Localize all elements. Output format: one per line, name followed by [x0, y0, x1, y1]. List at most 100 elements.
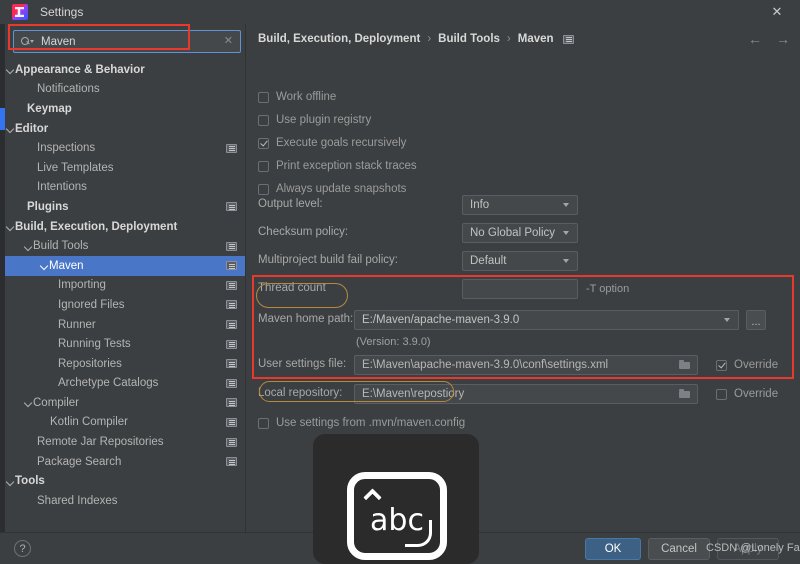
- sidebar-item-kotlin-compiler[interactable]: Kotlin Compiler: [5, 413, 245, 433]
- close-icon[interactable]: ✕: [754, 0, 800, 24]
- checkbox-box: [716, 389, 727, 400]
- clear-search-icon[interactable]: ✕: [224, 36, 233, 47]
- chevron-down-icon: [724, 318, 730, 322]
- sidebar-item-label: Plugins: [27, 201, 69, 213]
- chevron-down-icon[interactable]: [6, 222, 15, 231]
- checkbox-box: [258, 418, 269, 429]
- sidebar-item-shared-indexes[interactable]: Shared Indexes: [5, 491, 245, 511]
- project-scope-badge-icon: [226, 281, 237, 290]
- local-repository-label: Local repository:: [258, 387, 342, 399]
- back-arrow-icon[interactable]: ←: [748, 31, 762, 47]
- checkbox-box: [258, 138, 269, 149]
- sidebar-item-label: Inspections: [37, 142, 95, 154]
- breadcrumb-part-3[interactable]: Maven: [518, 33, 554, 45]
- field-output-level: Output level: Info: [246, 195, 800, 215]
- sidebar-item-tools[interactable]: Tools: [5, 471, 245, 491]
- breadcrumb-part-1[interactable]: Build, Execution, Deployment: [258, 33, 420, 45]
- breadcrumb-part-2[interactable]: Build Tools: [438, 33, 500, 45]
- chevron-down-icon[interactable]: [6, 477, 15, 486]
- multiproject-policy-dropdown[interactable]: Default: [462, 251, 578, 271]
- sidebar-item-label: Appearance & Behavior: [15, 64, 145, 76]
- output-level-dropdown[interactable]: Info: [462, 195, 578, 215]
- checksum-policy-value: No Global Policy: [470, 227, 563, 239]
- checkbox-label: Use plugin registry: [276, 114, 371, 126]
- sidebar-item-runner[interactable]: Runner: [5, 315, 245, 335]
- breadcrumb-separator-1: ›: [427, 33, 431, 45]
- search-input[interactable]: Maven ✕: [13, 30, 241, 53]
- checkbox-print-exception-stack-traces[interactable]: Print exception stack traces: [258, 157, 417, 175]
- maven-home-path-value: E:/Maven/apache-maven-3.9.0: [362, 314, 724, 326]
- chevron-down-icon[interactable]: [6, 65, 15, 74]
- sidebar-item-maven[interactable]: Maven: [5, 256, 245, 276]
- sidebar-item-ignored-files[interactable]: Ignored Files: [5, 295, 245, 315]
- project-scope-badge-icon: [226, 144, 237, 153]
- sidebar-item-inspections[interactable]: Inspections: [5, 138, 245, 158]
- sidebar-item-build-tools[interactable]: Build Tools: [5, 236, 245, 256]
- sidebar-item-live-templates[interactable]: Live Templates: [5, 158, 245, 178]
- checkbox-user-settings-override[interactable]: Override: [716, 356, 778, 374]
- project-scope-badge-icon: [226, 320, 237, 329]
- field-maven-home-path: Maven home path: E:/Maven/apache-maven-3…: [246, 310, 800, 330]
- field-checksum-policy: Checksum policy: No Global Policy: [246, 223, 800, 243]
- chevron-down-icon[interactable]: [40, 261, 49, 270]
- sidebar-item-editor[interactable]: Editor: [5, 119, 245, 139]
- sidebar-item-label: Notifications: [37, 83, 100, 95]
- forward-arrow-icon[interactable]: →: [776, 31, 790, 47]
- sidebar-item-intentions[interactable]: Intentions: [5, 178, 245, 198]
- cancel-button[interactable]: Cancel: [648, 538, 710, 560]
- folder-icon[interactable]: [679, 389, 691, 399]
- sidebar-item-remote-jar-repositories[interactable]: Remote Jar Repositories: [5, 432, 245, 452]
- checkbox-work-offline[interactable]: Work offline: [258, 88, 336, 106]
- maven-home-path-dropdown[interactable]: E:/Maven/apache-maven-3.9.0: [354, 310, 739, 330]
- checkbox-use-plugin-registry[interactable]: Use plugin registry: [258, 111, 371, 129]
- checksum-policy-dropdown[interactable]: No Global Policy: [462, 223, 578, 243]
- search-icon: [21, 36, 34, 47]
- settings-dialog: Settings ✕ Maven ✕ Appearance & Behavior…: [0, 0, 800, 564]
- breadcrumb-separator-2: ›: [507, 33, 511, 45]
- sidebar-item-label: Package Search: [37, 456, 121, 468]
- user-settings-file-input[interactable]: E:\Maven\apache-maven-3.9.0\conf\setting…: [354, 355, 698, 375]
- sidebar-item-repositories[interactable]: Repositories: [5, 354, 245, 374]
- caret-up-icon: [366, 487, 378, 499]
- sidebar-item-package-search[interactable]: Package Search: [5, 452, 245, 472]
- checkbox-execute-goals-recursively[interactable]: Execute goals recursively: [258, 134, 406, 152]
- maven-version-note: (Version: 3.9.0): [356, 336, 431, 348]
- user-settings-file-label: User settings file:: [258, 358, 346, 370]
- checkbox-box: [258, 184, 269, 195]
- sidebar-item-running-tests[interactable]: Running Tests: [5, 334, 245, 354]
- sidebar-item-plugins[interactable]: Plugins: [5, 197, 245, 217]
- project-scope-badge-icon: [226, 418, 237, 427]
- sidebar-item-archetype-catalogs[interactable]: Archetype Catalogs: [5, 374, 245, 394]
- project-scope-badge-icon: [226, 379, 237, 388]
- multiproject-policy-value: Default: [470, 255, 563, 267]
- ime-keyboard-overlay: abc: [313, 434, 479, 564]
- sidebar-item-notifications[interactable]: Notifications: [5, 80, 245, 100]
- sidebar-item-label: Ignored Files: [58, 299, 124, 311]
- thread-count-input[interactable]: [462, 279, 578, 299]
- sidebar-item-appearance-behavior[interactable]: Appearance & Behavior: [5, 60, 245, 80]
- sidebar-item-importing[interactable]: Importing: [5, 276, 245, 296]
- sidebar-item-label: Runner: [58, 319, 96, 331]
- sidebar-item-keymap[interactable]: Keymap: [5, 99, 245, 119]
- project-scope-badge-icon: [226, 261, 237, 270]
- checkbox-use-settings-from-mvn-config[interactable]: Use settings from .mvn/maven.config: [258, 414, 465, 432]
- chevron-down-icon[interactable]: [6, 124, 15, 133]
- checkbox-label: Print exception stack traces: [276, 160, 417, 172]
- ok-button[interactable]: OK: [585, 538, 641, 560]
- chevron-down-icon: [563, 259, 569, 263]
- sidebar-item-compiler[interactable]: Compiler: [5, 393, 245, 413]
- folder-icon[interactable]: [679, 360, 691, 370]
- checkbox-label: Always update snapshots: [276, 183, 406, 195]
- help-icon[interactable]: ?: [14, 540, 31, 557]
- local-repository-input[interactable]: E:\Maven\repostiory: [354, 384, 698, 404]
- multiproject-policy-label: Multiproject build fail policy:: [258, 254, 398, 266]
- chevron-down-icon[interactable]: [24, 242, 33, 251]
- maven-home-browse-button[interactable]: ...: [746, 310, 766, 330]
- breadcrumb: Build, Execution, Deployment › Build Too…: [246, 24, 800, 54]
- project-scope-badge-icon: [226, 398, 237, 407]
- sidebar-item-label: Compiler: [33, 397, 79, 409]
- checkbox-local-repository-override[interactable]: Override: [716, 385, 778, 403]
- chevron-down-icon[interactable]: [24, 398, 33, 407]
- field-local-repository: Local repository: E:\Maven\repostiory Ov…: [246, 384, 800, 404]
- sidebar-item-build-execution-deployment[interactable]: Build, Execution, Deployment: [5, 217, 245, 237]
